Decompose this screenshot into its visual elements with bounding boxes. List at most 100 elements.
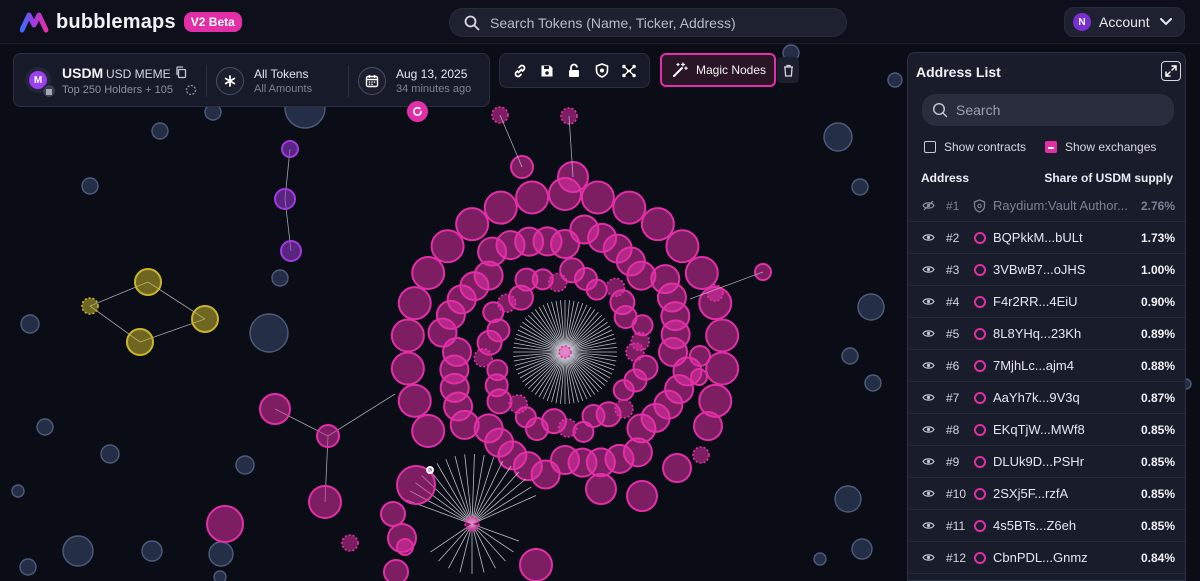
holder-bubble[interactable] <box>271 269 289 287</box>
address-text[interactable]: 4s5BTs...Z6eh <box>993 518 1076 533</box>
holder-bubble[interactable] <box>612 190 647 225</box>
holder-bubble[interactable] <box>851 178 869 196</box>
address-search-input[interactable] <box>956 102 1156 118</box>
eye-icon[interactable] <box>922 264 935 275</box>
token-search-input[interactable] <box>490 14 820 31</box>
filter-button[interactable] <box>216 67 244 95</box>
holder-bubble[interactable] <box>515 180 550 215</box>
token-search[interactable] <box>449 8 847 37</box>
eye-icon[interactable] <box>922 424 935 435</box>
shield-button[interactable] <box>593 62 611 80</box>
holder-bubble[interactable] <box>612 379 635 402</box>
holder-bubble[interactable] <box>630 331 651 352</box>
eye-icon[interactable] <box>922 552 935 563</box>
holder-bubble[interactable] <box>483 190 518 225</box>
holder-bubble[interactable] <box>81 297 99 315</box>
address-text[interactable]: Raydium:Vault Author... <box>993 198 1128 213</box>
holder-bubble[interactable] <box>191 305 219 333</box>
expand-button[interactable] <box>1161 61 1181 81</box>
holder-bubble[interactable] <box>823 122 853 152</box>
holder-bubble[interactable] <box>411 414 446 448</box>
holder-bubble[interactable] <box>100 444 120 464</box>
holder-bubble[interactable] <box>281 140 299 158</box>
account-button[interactable]: N Account <box>1064 7 1185 37</box>
holder-bubble[interactable] <box>690 368 708 386</box>
address-row[interactable]: #10 2SXj5F...rzfA 0.85% <box>908 478 1185 510</box>
holder-bubble[interactable] <box>411 256 446 290</box>
holder-bubble[interactable] <box>519 548 553 581</box>
address-text[interactable]: 3VBwB7...oJHS <box>993 262 1086 277</box>
holder-bubble[interactable] <box>390 351 425 386</box>
holder-bubble[interactable] <box>249 313 289 353</box>
holder-bubble[interactable] <box>62 535 94 567</box>
address-row[interactable]: #6 7MjhLc...ajm4 0.88% <box>908 350 1185 382</box>
eye-icon[interactable] <box>922 456 935 467</box>
eye-icon[interactable] <box>922 296 935 307</box>
address-row[interactable]: #12 CbnPDL...Gnmz 0.84% <box>908 542 1185 574</box>
date-button[interactable] <box>358 67 386 95</box>
holder-bubble[interactable] <box>692 446 710 464</box>
holder-bubble[interactable] <box>662 453 692 483</box>
holder-bubble[interactable] <box>813 552 827 566</box>
eye-icon[interactable] <box>922 520 935 531</box>
cluster-button[interactable] <box>620 62 638 80</box>
holder-bubble[interactable] <box>580 180 615 215</box>
holder-bubble[interactable] <box>426 466 434 474</box>
holder-bubble[interactable] <box>341 534 359 552</box>
holder-bubble[interactable] <box>316 424 340 448</box>
eye-icon[interactable] <box>922 392 935 403</box>
holder-bubble[interactable] <box>640 207 675 242</box>
address-text[interactable]: DLUk9D...PSHr <box>993 454 1084 469</box>
holder-bubble[interactable] <box>213 570 227 581</box>
address-text[interactable]: 8L8YHq...23Kh <box>993 326 1081 341</box>
holder-bubble[interactable] <box>864 374 882 392</box>
address-row[interactable]: #1 Raydium:Vault Author... 2.76% <box>908 190 1185 222</box>
holder-bubble[interactable] <box>857 293 885 321</box>
holder-bubble[interactable] <box>19 558 37 576</box>
filter-label[interactable]: All Tokens <box>254 67 308 81</box>
holder-bubble[interactable] <box>689 345 711 367</box>
holder-bubble[interactable] <box>308 485 342 519</box>
holder-bubble[interactable] <box>141 540 163 562</box>
save-button[interactable] <box>538 62 556 80</box>
address-text[interactable]: F4r2RR...4EiU <box>993 294 1078 309</box>
holder-bubble[interactable] <box>665 229 700 264</box>
holder-bubble[interactable] <box>20 314 40 334</box>
eye-icon[interactable] <box>922 488 935 499</box>
address-row[interactable]: #4 F4r2RR...4EiU 0.90% <box>908 286 1185 318</box>
holder-bubble[interactable] <box>259 393 291 425</box>
refresh-button[interactable] <box>407 101 428 122</box>
address-text[interactable]: AaYh7k...9V3q <box>993 390 1080 405</box>
holder-bubble[interactable] <box>430 229 465 264</box>
holder-bubble[interactable] <box>585 278 608 301</box>
address-text[interactable]: 2SXj5F...rzfA <box>993 486 1068 501</box>
holder-bubble[interactable] <box>11 484 25 498</box>
holder-bubble[interactable] <box>841 347 859 365</box>
eye-icon[interactable] <box>922 232 935 243</box>
address-row[interactable]: #7 AaYh7k...9V3q 0.87% <box>908 382 1185 414</box>
show-contracts-toggle[interactable]: Show contracts <box>924 140 1026 154</box>
delete-button[interactable] <box>777 57 799 83</box>
address-row[interactable]: #5 8L8YHq...23Kh 0.89% <box>908 318 1185 350</box>
copy-icon[interactable] <box>175 66 187 79</box>
lock-button[interactable] <box>565 62 583 80</box>
address-text[interactable]: 7MjhLc...ajm4 <box>993 358 1074 373</box>
holder-bubble[interactable] <box>684 256 719 290</box>
holder-bubble[interactable] <box>455 207 490 242</box>
holder-bubble[interactable] <box>585 473 617 505</box>
holder-bubble[interactable] <box>851 538 873 560</box>
magic-nodes-button[interactable]: Magic Nodes <box>660 53 776 87</box>
show-contracts-checkbox[interactable] <box>924 141 936 153</box>
holder-bubble[interactable] <box>126 328 154 356</box>
address-row[interactable]: #2 BQPkkM...bULt 1.73% <box>908 222 1185 254</box>
holder-bubble[interactable] <box>397 383 432 418</box>
address-column-header[interactable]: Address <box>921 171 969 185</box>
holder-bubble[interactable] <box>693 411 723 441</box>
share-column-header[interactable]: Share of USDM supply <box>1044 171 1173 185</box>
holder-bubble[interactable] <box>660 319 691 350</box>
show-exchanges-checkbox[interactable] <box>1045 141 1057 153</box>
eye-off-icon[interactable] <box>922 200 935 211</box>
eye-icon[interactable] <box>922 328 935 339</box>
address-text[interactable]: CbnPDL...Gnmz <box>993 550 1088 565</box>
address-row[interactable]: #9 DLUk9D...PSHr 0.85% <box>908 446 1185 478</box>
